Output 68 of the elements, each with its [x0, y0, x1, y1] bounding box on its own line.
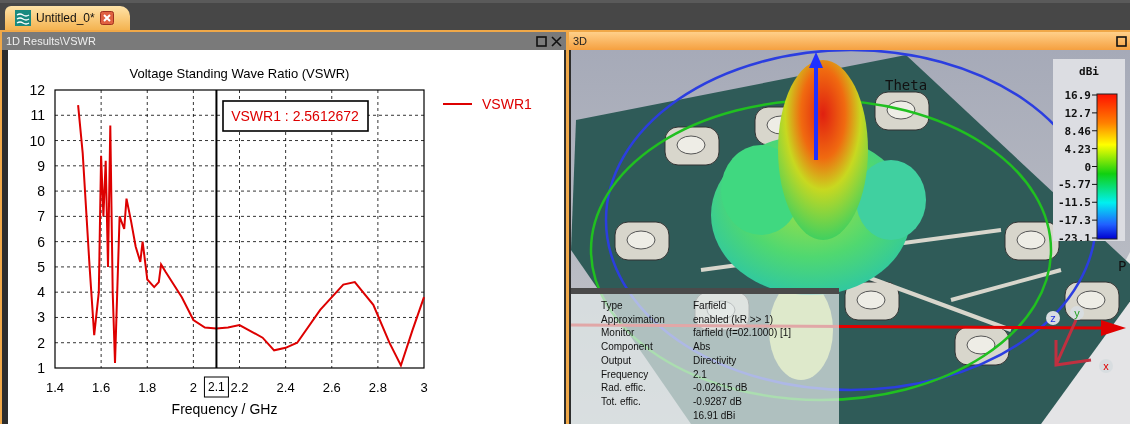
y-tick-label: 9: [37, 157, 45, 174]
scale-value: 4.23: [1064, 142, 1091, 156]
info-value: -0.02615 dB: [693, 381, 748, 395]
y-tick-label: 3: [37, 309, 45, 326]
info-value: farfield (f=02.1000) [1]: [693, 326, 792, 341]
info-value: enabled (kR >> 1): [693, 312, 774, 327]
axis-triad-drawing: [1054, 318, 1093, 367]
scale-value: 0: [1084, 160, 1091, 174]
scale-value: -11.5: [1057, 196, 1091, 210]
info-label: Output: [601, 353, 633, 368]
info-value: 2.1: [693, 367, 707, 382]
scale-value: 12.7: [1064, 106, 1091, 120]
chart-title: Voltage Standing Wave Ratio (VSWR): [129, 66, 350, 81]
info-label: Monitor: [601, 326, 636, 341]
close-icon[interactable]: [99, 11, 114, 25]
x-tick-label: 1.4: [45, 380, 65, 395]
waves-icon: [15, 10, 31, 26]
y-tick-label: 10: [29, 132, 45, 149]
info-label: Component: [601, 340, 654, 354]
legend-line: [442, 103, 473, 105]
document-tab[interactable]: Untitled_0*: [5, 6, 130, 30]
info-value: Farfield: [693, 299, 727, 313]
marker-x-label: 2.1: [208, 380, 225, 394]
x-tick-label: 2: [189, 380, 197, 395]
axis-triad-label: y: [1070, 306, 1084, 320]
scale-value: -5.77: [1057, 178, 1091, 192]
y-tick-label: 11: [30, 107, 45, 124]
panel-title: 1D Results\VSWR: [6, 33, 96, 49]
unit-label: dBi: [1079, 65, 1099, 78]
theta-label: Theta: [885, 77, 928, 93]
info-value: 16.91 dBi: [693, 408, 736, 423]
x-tick-label: 1.8: [138, 380, 157, 395]
x-tick-label: 2.8: [368, 380, 387, 395]
info-value: Directivity: [693, 353, 737, 368]
x-axis-label: Frequency / GHz: [171, 401, 278, 417]
scale-value: 8.46: [1064, 124, 1091, 138]
marker-x-box: [203, 376, 229, 398]
x-tick-label: 3: [420, 380, 428, 395]
info-label: Rad. effic.: [601, 381, 647, 395]
marker-readout: VSWR1 : 2.5612672: [231, 108, 359, 124]
x-tick-label: 2.6: [322, 380, 341, 395]
x-tick-label: 2.4: [276, 380, 295, 395]
marker-line[interactable]: [215, 89, 218, 369]
x-tick-label: 2.2: [230, 380, 249, 395]
axis-triad-label: z: [1046, 311, 1060, 325]
info-label: Frequency: [601, 367, 650, 382]
x-tick-label: 1.6: [92, 380, 111, 395]
y-tick-label: 6: [37, 233, 45, 250]
info-label: Tot. effic.: [601, 394, 642, 409]
y-tick-label: 1: [37, 360, 45, 376]
axis-triad-label: x: [1099, 359, 1113, 373]
info-label: Type: [601, 299, 624, 313]
info-value: -0.9287 dB: [693, 394, 742, 409]
close-icon[interactable]: [551, 35, 562, 47]
info-label: Approximation: [601, 312, 666, 327]
scale-value: 16.9: [1064, 89, 1091, 102]
y-tick-label: 7: [37, 208, 45, 225]
info-value: Abs: [693, 340, 711, 354]
scale-value: -17.3: [1057, 214, 1091, 228]
y-tick-label: 4: [37, 284, 45, 301]
y-tick-label: 5: [37, 258, 45, 275]
legend-label: VSWR1: [482, 96, 532, 112]
y-tick-label: 12: [29, 82, 45, 98]
y-tick-label: 2: [37, 334, 45, 351]
maximize-icon[interactable]: [1116, 35, 1127, 47]
panel-title: 3D: [573, 33, 588, 49]
axis-label: P: [1118, 258, 1127, 274]
y-tick-label: 8: [37, 183, 45, 200]
